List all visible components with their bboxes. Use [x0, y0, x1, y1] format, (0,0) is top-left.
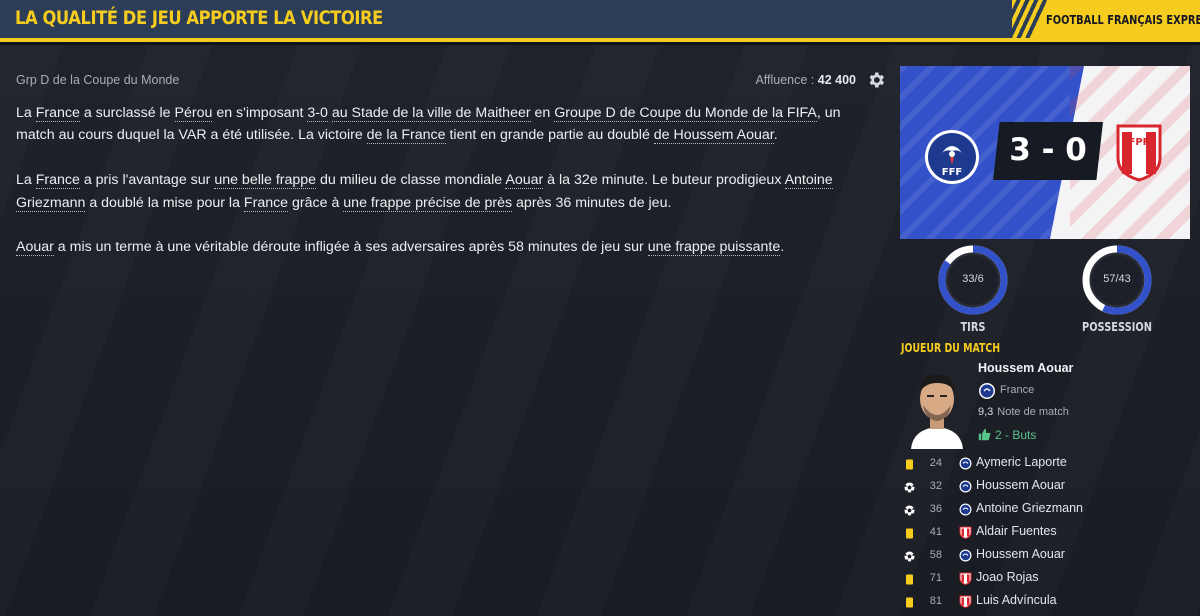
- report-paragraph: Aouar a mis un terme à une véritable dér…: [16, 236, 876, 258]
- event-player[interactable]: Aymeric Laporte: [976, 455, 1067, 469]
- competition-label[interactable]: Grp D de la Coupe du Monde: [16, 73, 179, 87]
- report-link[interactable]: une frappe précise de près: [343, 194, 513, 212]
- event-row: 81 Luis Advíncula: [900, 592, 1200, 615]
- report-link[interactable]: France: [35, 172, 80, 190]
- motm-title: JOUEUR DU MATCH: [901, 341, 1001, 355]
- home-crest-text: FFF: [942, 167, 963, 178]
- report-link[interactable]: au Stade de la ville de Maitheer: [331, 105, 531, 122]
- peru-crest-icon: [959, 572, 972, 585]
- event-player[interactable]: Houssem Aouar: [976, 478, 1065, 492]
- player-rating: 9,3 Note de match: [978, 406, 1069, 418]
- ball-icon: [904, 482, 915, 493]
- page-title: LA QUALITÉ DE JEU APPORTE LA VICTOIRE: [15, 7, 383, 29]
- event-row: 36 Antoine Griezmann: [900, 500, 1200, 523]
- shots-value: 33/6: [962, 273, 984, 285]
- report-link[interactable]: France: [243, 194, 289, 212]
- attendance: Affluence : 42 400: [755, 73, 856, 87]
- report-link[interactable]: de Houssem Aouar: [653, 127, 774, 145]
- event-player[interactable]: Aldair Fuentes: [976, 524, 1057, 538]
- away-crest-text: FPF: [1129, 137, 1150, 148]
- event-player[interactable]: Houssem Aouar: [976, 547, 1065, 561]
- event-minute: 32: [929, 480, 942, 492]
- report-text: La: [16, 105, 36, 121]
- match-events: 24 Aymeric Laporte 32 Houssem Aouar 36 Antoin…: [900, 454, 1200, 615]
- possession-label: POSSESSION: [1081, 320, 1153, 334]
- player-team[interactable]: France: [1000, 384, 1034, 396]
- report-text: en s'imposant: [212, 105, 308, 121]
- ball-icon: [904, 551, 915, 562]
- report-link[interactable]: France: [35, 105, 80, 122]
- rating-label: Note de match: [997, 406, 1069, 418]
- france-crest-icon: [959, 457, 972, 470]
- brand-name: FOOTBALL FRANÇAIS EXPRESS: [1046, 13, 1200, 27]
- peru-crest-icon: [959, 526, 972, 539]
- report-link[interactable]: Groupe D de Coupe du Monde de la FIFA: [554, 105, 817, 122]
- report-text: a pris l'avantage sur: [79, 172, 215, 189]
- france-crest-icon: [959, 480, 972, 493]
- event-player[interactable]: Antoine Griezmann: [976, 501, 1083, 515]
- report-link[interactable]: de la France: [366, 127, 446, 145]
- event-row: 71 Joao Rojas: [900, 569, 1200, 592]
- report-link[interactable]: Aouar: [505, 172, 544, 190]
- shots-label: TIRS: [960, 320, 986, 334]
- match-score: 3 - 0: [1009, 132, 1087, 168]
- report-link[interactable]: une frappe puissante: [647, 239, 781, 257]
- peru-crest-icon[interactable]: FPF: [1114, 122, 1164, 182]
- france-crest-icon[interactable]: FFF: [924, 129, 980, 185]
- yellow-card-icon: [906, 459, 913, 470]
- france-crest-icon: [959, 549, 972, 562]
- report-text: .: [773, 127, 778, 144]
- france-crest-icon: [959, 503, 972, 516]
- goals-text: 2 - Buts: [995, 428, 1037, 442]
- header-divider: [0, 42, 1200, 45]
- event-row: 41 Aldair Fuentes: [900, 523, 1200, 546]
- yellow-card-icon: [906, 528, 913, 539]
- report-text: en: [530, 105, 555, 121]
- report-text: a doublé la mise pour la: [85, 194, 244, 211]
- thumbs-up-icon: [978, 428, 991, 441]
- gear-icon[interactable]: [866, 70, 886, 90]
- match-report: La France a surclassé le Pérou en s'impo…: [16, 102, 876, 281]
- event-player[interactable]: Luis Advíncula: [976, 593, 1057, 607]
- report-text: .: [780, 239, 785, 256]
- event-player[interactable]: Joao Rojas: [976, 570, 1039, 584]
- player-goals: 2 - Buts: [978, 428, 1036, 442]
- report-text: tient en grande partie au doublé: [445, 127, 654, 144]
- event-row: 24 Aymeric Laporte: [900, 454, 1200, 477]
- event-row: 32 Houssem Aouar: [900, 477, 1200, 500]
- report-paragraph: La France a surclassé le Pérou en s'impo…: [16, 102, 876, 147]
- event-minute: 58: [929, 549, 942, 561]
- possession-value: 57/43: [1103, 273, 1131, 285]
- ball-icon: [904, 505, 915, 516]
- report-link[interactable]: Pérou: [174, 105, 213, 122]
- report-paragraph: La France a pris l'avantage sur une bell…: [16, 169, 876, 214]
- report-text: a surclassé le: [79, 105, 175, 121]
- peru-crest-icon: [959, 595, 972, 608]
- score-panel: FFF 3 - 0 FPF: [900, 66, 1190, 239]
- report-link[interactable]: une belle frappe: [214, 172, 317, 190]
- yellow-card-icon: [906, 597, 913, 608]
- event-minute: 36: [929, 503, 942, 515]
- report-text: à la 32e minute. Le buteur prodigieux: [543, 172, 785, 189]
- player-name[interactable]: Houssem Aouar: [978, 361, 1073, 375]
- rating-value: 9,3: [978, 406, 994, 418]
- attendance-label: Affluence :: [755, 73, 815, 87]
- event-minute: 24: [929, 457, 942, 469]
- event-row: 58 Houssem Aouar: [900, 546, 1200, 569]
- report-text: a mis un terme à une véritable déroute i…: [53, 239, 648, 256]
- event-minute: 41: [929, 526, 942, 538]
- player-photo[interactable]: [903, 363, 971, 449]
- report-text: grâce à: [288, 194, 344, 211]
- report-link[interactable]: Aouar: [16, 239, 54, 257]
- event-minute: 81: [929, 595, 942, 607]
- event-minute: 71: [929, 572, 942, 584]
- france-flag-icon: [979, 383, 995, 399]
- report-text: après 36 minutes de jeu.: [512, 194, 672, 211]
- report-link[interactable]: 3-0: [307, 105, 328, 122]
- report-text: du milieu de classe mondiale: [316, 172, 506, 189]
- report-text: La: [16, 172, 36, 189]
- yellow-card-icon: [906, 574, 913, 585]
- attendance-value: 42 400: [817, 73, 856, 87]
